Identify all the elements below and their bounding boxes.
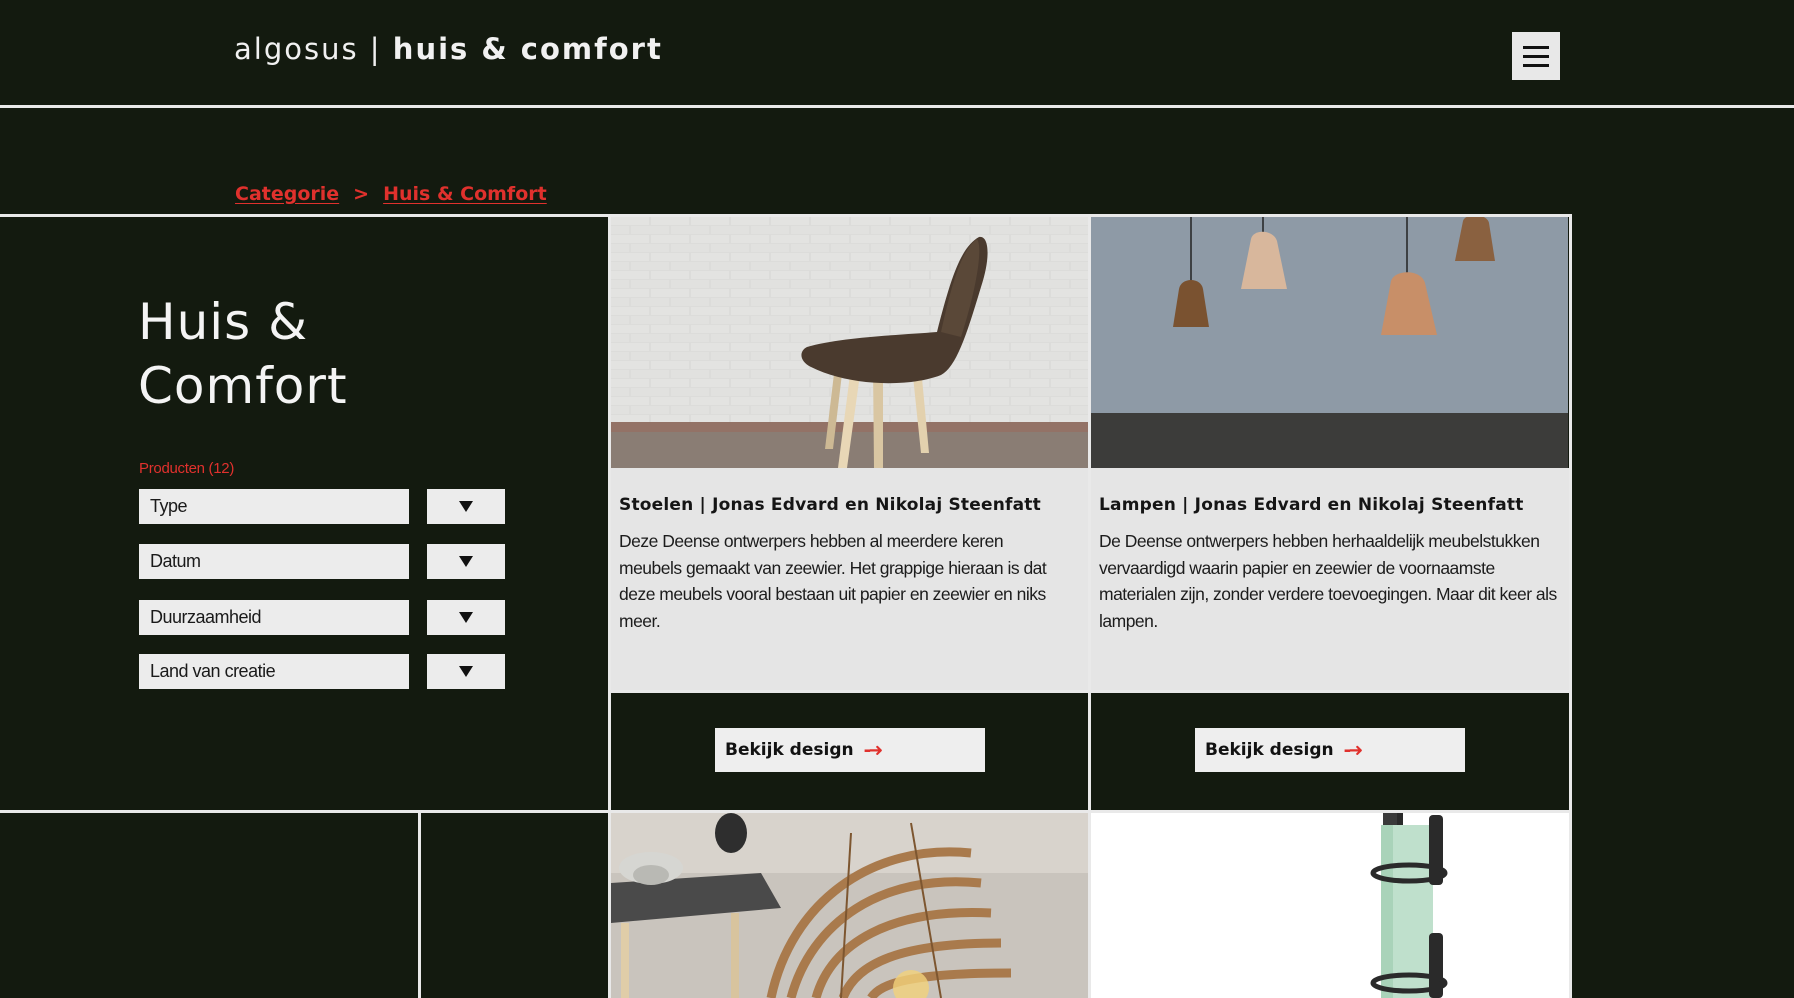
card-title[interactable]: Stoelen | Jonas Edvard en Nikolaj Steenf… [619,494,1080,516]
page-title-line2: Comfort [138,357,348,415]
header-divider [0,105,1794,108]
breadcrumb-categorie[interactable]: Categorie [235,183,339,205]
chair-image[interactable] [611,217,1088,468]
breadcrumb: Categorie > Huis & Comfort [235,183,547,205]
chevron-down-icon[interactable] [427,544,505,579]
page-title-line1: Huis & [138,293,309,351]
product-card-info: Stoelen | Jonas Edvard en Nikolaj Steenf… [611,468,1088,691]
view-design-button[interactable]: Bekijk design -➜ [715,728,985,772]
chevron-down-icon[interactable] [427,489,505,524]
cardboard-lamp-image[interactable] [611,813,1088,998]
card-divider [608,690,1572,693]
filter-type[interactable]: Type [139,489,409,524]
lamps-image[interactable] [1091,217,1568,468]
green-lamp-image[interactable] [1091,813,1569,998]
filter-datum[interactable]: Datum [139,544,409,579]
view-design-label: Bekijk design [1205,740,1334,760]
product-card-info: Lampen | Jonas Edvard en Nikolaj Steenfa… [1091,468,1569,691]
grid-line-lower-left [418,810,421,998]
view-design-button[interactable]: Bekijk design -➜ [1195,728,1465,772]
arrow-right-icon: -➜ [863,739,883,761]
grid-line-right [1569,214,1572,998]
hamburger-icon[interactable] [1512,32,1560,80]
card-title[interactable]: Lampen | Jonas Edvard en Nikolaj Steenfa… [1099,494,1561,516]
brand-name: algosus [234,32,359,66]
view-design-label: Bekijk design [725,740,854,760]
product-count: Producten (12) [139,460,235,477]
filter-land-van-creatie[interactable]: Land van creatie [139,654,409,689]
brand-separator: | [369,32,382,66]
card-description: Deze Deense ontwerpers hebben al meerder… [619,531,1047,631]
card-description: De Deense ontwerpers hebben herhaaldelij… [1099,531,1557,631]
filter-duurzaamheid[interactable]: Duurzaamheid [139,600,409,635]
page-title: Huis & Comfort [138,290,558,418]
chevron-down-icon[interactable] [427,654,505,689]
breadcrumb-huis-comfort[interactable]: Huis & Comfort [383,183,547,205]
brand-section: huis & comfort [392,32,663,66]
breadcrumb-separator: > [353,183,370,205]
chevron-down-icon[interactable] [427,600,505,635]
arrow-right-icon: -➜ [1343,739,1363,761]
brand-logo[interactable]: algosus | huis & comfort [234,32,663,66]
